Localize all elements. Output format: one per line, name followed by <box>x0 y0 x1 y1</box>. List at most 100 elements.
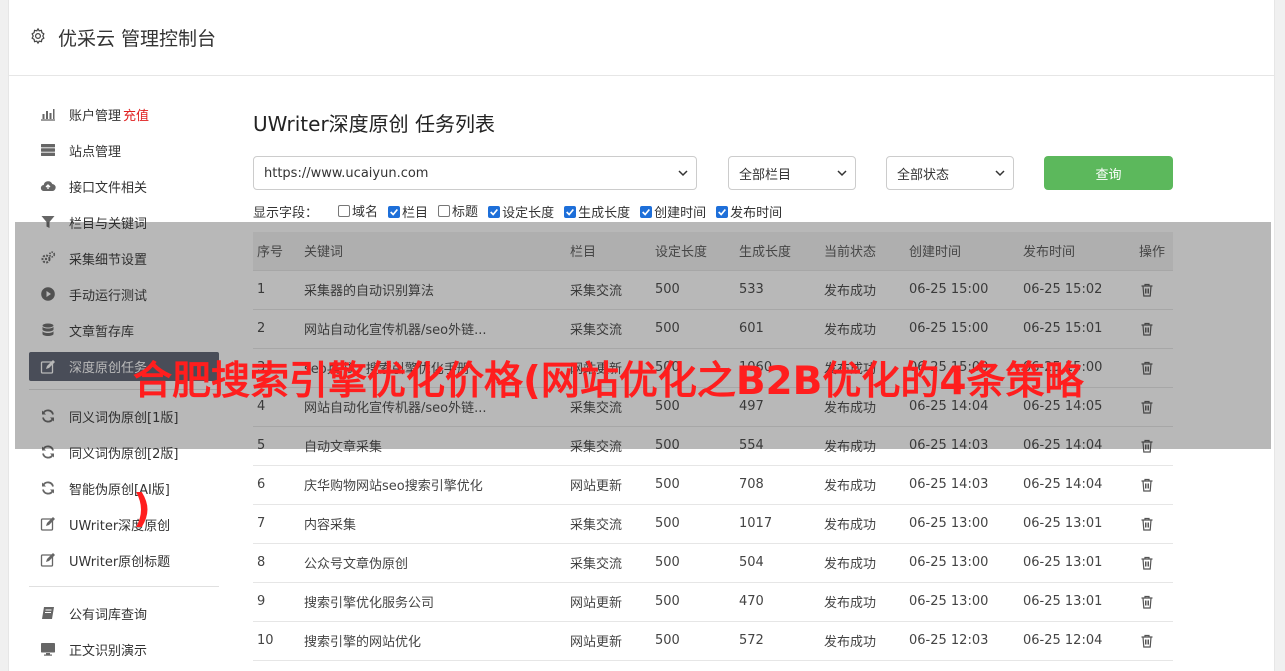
table-cell: 500 <box>651 621 735 661</box>
trash-icon <box>1141 478 1153 492</box>
status-select[interactable]: 全部状态 <box>886 156 1014 190</box>
table-cell: 06-25 12:03 <box>905 621 1019 661</box>
table-cell: 4 <box>253 387 300 427</box>
table-cell: 网站更新 <box>566 348 651 388</box>
column-select[interactable]: 全部栏目 <box>728 156 856 190</box>
field-checkbox-label: 标题 <box>452 205 479 220</box>
table-cell: 采集交流 <box>566 426 651 466</box>
table-row: 5 自动文章采集 采集交流 500 554 发布成功 06-25 14:03 06-25 14… <box>253 426 1173 466</box>
table-cell: 500 <box>651 504 735 544</box>
sidebar-item-label: 账户管理 <box>69 108 122 124</box>
sidebar-item-b-2[interactable]: 同义词伪原创[2版] <box>29 434 219 470</box>
table-row: 8 公众号文章伪原创 采集交流 500 504 发布成功 06-25 13:00 06-25 … <box>253 543 1173 583</box>
checkbox-unchecked-icon <box>438 204 451 217</box>
delete-button[interactable] <box>1135 309 1173 349</box>
sidebar-item-label: 公有词库查询 <box>69 607 148 623</box>
table-row: 4 网站自动化宣传机器/seo外链... 采集交流 500 497 发布成功 06-25 1… <box>253 387 1173 427</box>
table-cell: 601 <box>735 309 820 349</box>
field-checkbox[interactable]: 设定长度 <box>488 202 554 221</box>
sidebar-item-a-3[interactable]: 接口文件相关 <box>29 168 219 204</box>
table-cell: 06-25 15:02 <box>1019 270 1135 310</box>
sidebar-item-a-4[interactable]: 栏目与关键词 <box>29 204 219 240</box>
table-cell: 采集器的自动识别算法 <box>300 270 566 310</box>
table-cell: 发布成功 <box>820 270 905 310</box>
site-select[interactable]: https://www.ucaiyun.com <box>253 156 697 190</box>
column-select-value: 全部栏目 <box>739 167 792 183</box>
table-cell: 06-25 13:00 <box>905 543 1019 583</box>
sidebar-item-b-4[interactable]: UWriter深度原创 <box>29 506 219 542</box>
field-checkbox[interactable]: 栏目 <box>388 202 428 221</box>
edit-icon <box>39 515 57 533</box>
site-select-value: https://www.ucaiyun.com <box>264 165 429 181</box>
sidebar-item-a-5[interactable]: 采集细节设置 <box>29 240 219 276</box>
delete-button[interactable] <box>1135 543 1173 583</box>
sidebar: 账户管理 充值站点管理接口文件相关 栏目与关键词采集细节设置手动运行测试 文章暂存库深… <box>29 96 219 667</box>
table-row: 1 采集器的自动识别算法 采集交流 500 533 发布成功 06-25 15:00 06-2… <box>253 270 1173 310</box>
table-cell: 554 <box>735 426 820 466</box>
filter-icon <box>39 213 57 231</box>
table-cell: 06-25 13:01 <box>1019 504 1135 544</box>
table-cell: 采集交流 <box>566 270 651 310</box>
cloud-upload-icon <box>39 177 57 195</box>
table-cell: 采集交流 <box>566 504 651 544</box>
sidebar-item-b-1[interactable]: 同义词伪原创[1版] <box>29 398 219 434</box>
table-cell: 06-25 13:00 <box>905 582 1019 622</box>
delete-button[interactable] <box>1135 582 1173 622</box>
table-cell: 533 <box>735 270 820 310</box>
sidebar-divider <box>29 586 219 587</box>
table-cell: 公众号文章伪原创 <box>300 543 566 583</box>
table-cell: 内容采集 <box>300 504 566 544</box>
sidebar-item-a-6[interactable]: 手动运行测试 <box>29 276 219 312</box>
console-card: 优采云 管理控制台 账户管理 充值 站点管理 接口文件相关 栏目与关键词 采集细节设置 手动… <box>8 0 1275 671</box>
column-header: 当前状态 <box>820 232 905 271</box>
table-cell: 搜索引擎的网站优化 <box>300 621 566 661</box>
trash-icon <box>1141 400 1153 414</box>
checkbox-unchecked-icon <box>338 204 351 217</box>
refresh-icon <box>39 479 57 497</box>
table-cell: 06-25 15:01 <box>1019 309 1135 349</box>
sidebar-item-label: 站点管理 <box>69 144 122 160</box>
delete-button[interactable] <box>1135 270 1173 310</box>
table-cell: 发布成功 <box>820 348 905 388</box>
sidebar-divider <box>29 389 219 390</box>
table-cell: 500 <box>651 465 735 505</box>
sidebar-item-a-2[interactable]: 站点管理 <box>29 132 219 168</box>
delete-button[interactable] <box>1135 348 1173 388</box>
delete-button[interactable] <box>1135 504 1173 544</box>
delete-button[interactable] <box>1135 387 1173 427</box>
recharge-link[interactable]: 充值 <box>123 105 149 124</box>
table-cell: 采集交流 <box>566 387 651 427</box>
table-cell: 网站自动化宣传机器/seo外链... <box>300 387 566 427</box>
table-cell: 7 <box>253 504 300 544</box>
table-cell: 6 <box>253 465 300 505</box>
query-button[interactable]: 查询 <box>1044 156 1173 190</box>
sidebar-item-c-2[interactable]: 正文识别演示 <box>29 631 219 667</box>
field-checkbox[interactable]: 创建时间 <box>640 202 706 221</box>
sidebar-item-a-8[interactable]: 深度原创任务 <box>29 352 219 381</box>
sidebar-item-label: 采集细节设置 <box>69 252 148 268</box>
field-checkbox[interactable]: 发布时间 <box>716 202 782 221</box>
field-checkbox[interactable]: 生成长度 <box>564 202 630 221</box>
delete-button[interactable] <box>1135 621 1173 661</box>
delete-button[interactable] <box>1135 426 1173 466</box>
monitor-icon <box>39 640 57 658</box>
field-checkbox[interactable]: 域名 <box>338 201 378 220</box>
table-cell: 500 <box>651 387 735 427</box>
table-cell: 06-25 15:00 <box>905 309 1019 349</box>
chevron-down-icon <box>678 170 688 177</box>
table-cell: 06-25 14:05 <box>1019 387 1135 427</box>
column-header: 发布时间 <box>1019 232 1135 271</box>
field-checkbox[interactable]: 标题 <box>438 201 478 220</box>
trash-icon <box>1141 556 1153 570</box>
sidebar-item-a-7[interactable]: 文章暂存库 <box>29 312 219 348</box>
table-cell: 06-25 14:04 <box>1019 465 1135 505</box>
table-cell: 8 <box>253 543 300 583</box>
sidebar-item-a-1[interactable]: 账户管理 充值 <box>29 96 219 132</box>
database-icon <box>39 321 57 339</box>
sidebar-item-c-1[interactable]: 公有词库查询 <box>29 595 219 631</box>
sidebar-item-b-5[interactable]: UWriter原创标题 <box>29 542 219 578</box>
table-cell: 9 <box>253 582 300 622</box>
table-cell: 发布成功 <box>820 621 905 661</box>
sidebar-item-b-3[interactable]: 智能伪原创[AI版] <box>29 470 219 506</box>
delete-button[interactable] <box>1135 465 1173 505</box>
